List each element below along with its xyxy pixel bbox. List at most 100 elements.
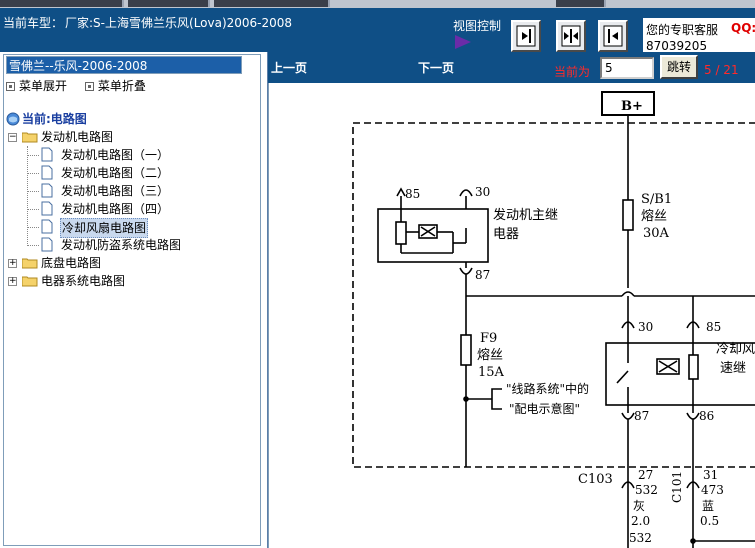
f9-label-1: F9 xyxy=(480,331,497,346)
sb1-fuse xyxy=(622,199,634,231)
tree-item-label: 发动机电路图（一） xyxy=(61,148,170,162)
document-icon xyxy=(41,201,53,216)
current-car-info: 当前车型： 厂家:S-上海雪佛兰乐风(Lova)2006-2008 xyxy=(3,14,292,31)
tree-connector xyxy=(27,191,39,192)
tree-item[interactable]: 发动机电路图（一） xyxy=(6,146,260,164)
expand-toggle-icon[interactable]: + xyxy=(8,259,17,268)
f9-label-2: 熔丝 xyxy=(477,348,503,363)
collapse-toggle-icon[interactable]: − xyxy=(8,133,17,142)
fan-pin-87: 87 xyxy=(634,409,649,423)
header-bar: 当前车型： 厂家:S-上海雪佛兰乐风(Lova)2006-2008 视图控制 您的… xyxy=(0,8,755,60)
qq-label[interactable]: QQ: xyxy=(731,21,755,35)
f9-label-3: 15A xyxy=(478,365,505,380)
car-model-select[interactable]: 雪佛兰--乐风-2006-2008 xyxy=(6,56,242,74)
connector-c103: C103 xyxy=(578,472,613,487)
fan-relay-coil xyxy=(688,354,699,380)
tree-connector xyxy=(27,245,39,246)
tree-item[interactable]: 发动机电路图（二） xyxy=(6,164,260,182)
collapse-left-icon xyxy=(603,25,623,47)
wire-gauge-20: 2.0 xyxy=(631,514,650,528)
car-label: 当前车型： xyxy=(3,16,64,30)
wire-gauge-05: 0.5 xyxy=(700,514,719,528)
collapse-box-icon xyxy=(84,82,94,91)
document-icon xyxy=(41,219,53,234)
tree-item-label: 发动机防盗系统电路图 xyxy=(61,238,182,252)
menu-collapse-button[interactable]: 菜单折叠 xyxy=(84,77,146,94)
bplus-label: B+ xyxy=(621,99,643,114)
tree-connector xyxy=(27,155,39,156)
menu-expand-button[interactable]: 菜单展开 xyxy=(6,77,67,94)
fan-pin-86: 86 xyxy=(699,409,714,423)
menu-collapse-label: 菜单折叠 xyxy=(97,79,146,93)
tree-connector xyxy=(27,173,39,174)
tree-item-selected[interactable]: 冷却风扇电路图 xyxy=(6,218,260,238)
service-label: 您的专职客服 xyxy=(646,23,719,37)
globe-icon xyxy=(6,112,20,126)
expand-toggle-icon[interactable]: + xyxy=(8,277,17,286)
prev-page-link[interactable]: 上一页 xyxy=(271,59,307,76)
wire-color-grey: 灰 xyxy=(633,499,645,513)
view-control-arrow-icon xyxy=(455,35,471,49)
folder-open-icon xyxy=(22,132,38,143)
note-label-2: "配电示意图" xyxy=(509,401,580,416)
tree-folder-engine[interactable]: − 发动机电路图 xyxy=(6,128,260,146)
main-relay-label-1: 发动机主继 xyxy=(493,207,558,223)
service-phone: 87039205 xyxy=(646,39,708,53)
document-icon xyxy=(41,237,53,252)
main-relay-coil xyxy=(395,221,407,245)
next-page-link[interactable]: 下一页 xyxy=(418,59,454,76)
relay-pin-30: 30 xyxy=(475,185,490,199)
tree-item[interactable]: 发动机电路图（四） xyxy=(6,200,260,218)
main-content: 上一页 下一页 当前为 跳转 5 / 21 xyxy=(268,52,755,548)
tree-item[interactable]: 发动机电路图（三） xyxy=(6,182,260,200)
relay-pin-87: 87 xyxy=(475,268,490,282)
top-tab[interactable] xyxy=(214,0,330,7)
document-icon xyxy=(41,165,53,180)
relay-pin-85: 85 xyxy=(405,187,420,201)
circuit-tree: 当前:电路图 − 发动机电路图 发动机电路图（一） 发动机电路图（二） 发动机电… xyxy=(6,110,260,290)
document-icon xyxy=(41,147,53,162)
expand-box-icon xyxy=(6,82,15,91)
folder-icon xyxy=(22,258,38,269)
wire-532-lower: 532 xyxy=(629,531,652,545)
tree-current-label: 当前:电路图 xyxy=(22,112,87,126)
note-label-1: "线路系统"中的 xyxy=(506,381,589,396)
document-icon xyxy=(41,183,53,198)
sb1-label-3: 30A xyxy=(643,226,670,241)
fan-pin-30: 30 xyxy=(638,320,653,334)
fan-relay-label-1: 冷却风 xyxy=(716,342,755,357)
tree-folder-label: 电器系统电路图 xyxy=(41,274,126,288)
wire-color-blue: 蓝 xyxy=(702,499,714,513)
tree-folder-label: 底盘电路图 xyxy=(41,256,102,270)
tree-folder-chassis[interactable]: + 底盘电路图 xyxy=(6,254,260,272)
top-tab[interactable] xyxy=(128,0,210,7)
folder-icon xyxy=(22,276,38,287)
view-control-label: 视图控制 xyxy=(453,19,502,33)
tree-item-label: 冷却风扇电路图 xyxy=(60,218,149,238)
connector-c101: C101 xyxy=(670,471,684,503)
tree-item-label: 发动机电路图（四） xyxy=(61,202,170,216)
tree-root: 当前:电路图 xyxy=(6,110,260,128)
fan-pin-85: 85 xyxy=(706,320,721,334)
pin-31: 31 xyxy=(703,468,718,482)
pin-27: 27 xyxy=(638,468,653,482)
page-number-input[interactable] xyxy=(600,57,654,79)
top-tab[interactable] xyxy=(556,0,606,7)
tree-item-label: 发动机电路图（三） xyxy=(61,184,170,198)
current-page-label: 当前为 xyxy=(554,65,591,79)
wiring-diagram: B+ 85 30 87 发动机主继 电器 S/B1 熔丝 30A F9 熔丝 1… xyxy=(268,83,755,548)
split-view-button[interactable] xyxy=(556,20,586,52)
jump-button[interactable]: 跳转 xyxy=(660,55,698,79)
tree-item[interactable]: 发动机防盗系统电路图 xyxy=(6,236,260,254)
collapse-left-button[interactable] xyxy=(598,20,628,52)
wiring-diagram-svg: B+ 85 30 87 发动机主继 电器 S/B1 熔丝 30A F9 熔丝 1… xyxy=(352,91,755,548)
tree-item-label: 发动机电路图（二） xyxy=(61,166,170,180)
tree-folder-label: 发动机电路图 xyxy=(41,130,114,144)
tree-connector xyxy=(27,209,39,210)
wire-473: 473 xyxy=(701,483,724,497)
expand-right-button[interactable] xyxy=(511,20,541,52)
tree-folder-electrical[interactable]: + 电器系统电路图 xyxy=(6,272,260,290)
tree-connector xyxy=(27,227,39,228)
top-tab[interactable] xyxy=(0,0,124,7)
expand-right-icon xyxy=(516,25,536,47)
